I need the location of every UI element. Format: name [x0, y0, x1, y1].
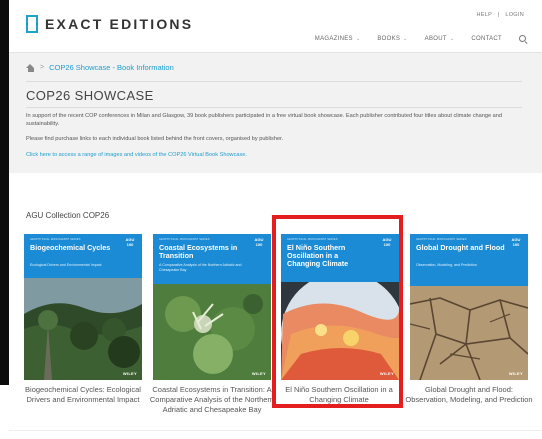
book-cover-coastal-ecosystems[interactable]: GEOPHYSICAL MONOGRAPH SERIES AGU 100 Coa…: [153, 234, 271, 380]
collection-title: AGU Collection COP26: [26, 211, 110, 220]
nav-item-contact[interactable]: CONTACT: [471, 36, 502, 42]
chevron-down-icon: ⌄: [355, 36, 361, 42]
left-dark-strip: [0, 0, 9, 385]
series-label: GEOPHYSICAL MONOGRAPH SERIES: [416, 238, 467, 241]
info-band: > COP26 Showcase - Book Information COP2…: [9, 52, 542, 173]
intro-text: In support of the recent COP conferences…: [26, 113, 502, 127]
showcase-media-link[interactable]: Click here to access a range of images a…: [26, 152, 247, 158]
cover-subtitle: Observation, Modeling, and Prediction: [416, 263, 477, 267]
publisher-label: WILEY: [251, 371, 266, 376]
purchase-note: Please find purchase links to each indiv…: [26, 136, 284, 142]
logo-text: EXACT EDITIONS: [45, 16, 194, 32]
series-label: GEOPHYSICAL MONOGRAPH SERIES: [30, 238, 81, 241]
search-icon[interactable]: [518, 34, 528, 44]
site-logo[interactable]: EXACT EDITIONS: [26, 15, 193, 33]
publisher-label: WILEY: [508, 371, 523, 376]
cover-title: Coastal Ecosystems in Transition: [159, 243, 238, 260]
cover-subtitle: Ecological Drivers and Environmental Imp…: [30, 263, 102, 267]
book-caption[interactable]: Biogeochemical Cycles: Ecological Driver…: [18, 385, 148, 405]
nav-label: CONTACT: [471, 36, 502, 42]
cover-title: Biogeochemical Cycles: [30, 243, 111, 252]
chevron-down-icon: ⌄: [403, 36, 408, 42]
agu-badge: AGU 100: [125, 237, 135, 247]
breadcrumb-current[interactable]: COP26 Showcase - Book Information: [49, 63, 174, 72]
page: EXACT EDITIONS HELP | LOGIN MAGAZINES ⌄ …: [0, 0, 542, 439]
publisher-label: WILEY: [122, 371, 137, 376]
nav-label: MAGAZINES: [314, 36, 353, 42]
breadcrumb: > COP26 Showcase - Book Information: [26, 63, 174, 72]
home-icon[interactable]: [26, 63, 35, 72]
book-cover-biogeochemical-cycles[interactable]: GEOPHYSICAL MONOGRAPH SERIES AGU 100 Bio…: [24, 234, 142, 380]
book-caption[interactable]: Global Drought and Flood: Observation, M…: [404, 385, 534, 405]
divider: [26, 107, 522, 108]
nav-item-books[interactable]: BOOKS ⌄: [377, 36, 407, 42]
nav-item-about[interactable]: ABOUT ⌄: [425, 36, 455, 42]
page-title: COP26 SHOWCASE: [26, 88, 154, 103]
cover-subtitle: A Comparative Analysis of the Northern A…: [159, 263, 242, 272]
help-link[interactable]: HELP: [477, 12, 492, 18]
nav-item-magazines[interactable]: MAGAZINES ⌄: [315, 36, 361, 42]
book-caption[interactable]: Coastal Ecosystems in Transition: A Comp…: [147, 385, 277, 415]
utility-links: HELP | LOGIN: [473, 12, 524, 18]
chevron-down-icon: ⌄: [449, 36, 455, 42]
site-header: EXACT EDITIONS HELP | LOGIN MAGAZINES ⌄ …: [9, 0, 542, 52]
series-label: GEOPHYSICAL MONOGRAPH SERIES: [159, 238, 210, 241]
highlight-box: [272, 215, 403, 408]
logo-bracket-icon: [26, 15, 38, 33]
login-link[interactable]: LOGIN: [505, 12, 524, 18]
agu-badge: AGU 100: [511, 237, 521, 247]
divider: [26, 81, 522, 82]
divider: [9, 430, 542, 431]
nav-label: BOOKS: [377, 36, 401, 42]
main-nav: MAGAZINES ⌄ BOOKS ⌄ ABOUT ⌄ CONTACT: [298, 34, 528, 44]
book-cover-global-drought[interactable]: GEOPHYSICAL MONOGRAPH SERIES AGU 100 Glo…: [410, 234, 528, 380]
agu-badge: AGU 100: [254, 237, 264, 247]
utility-separator: |: [497, 12, 500, 18]
breadcrumb-separator: >: [40, 64, 45, 71]
nav-label: ABOUT: [424, 36, 447, 42]
cover-title: Global Drought and Flood: [416, 243, 505, 252]
